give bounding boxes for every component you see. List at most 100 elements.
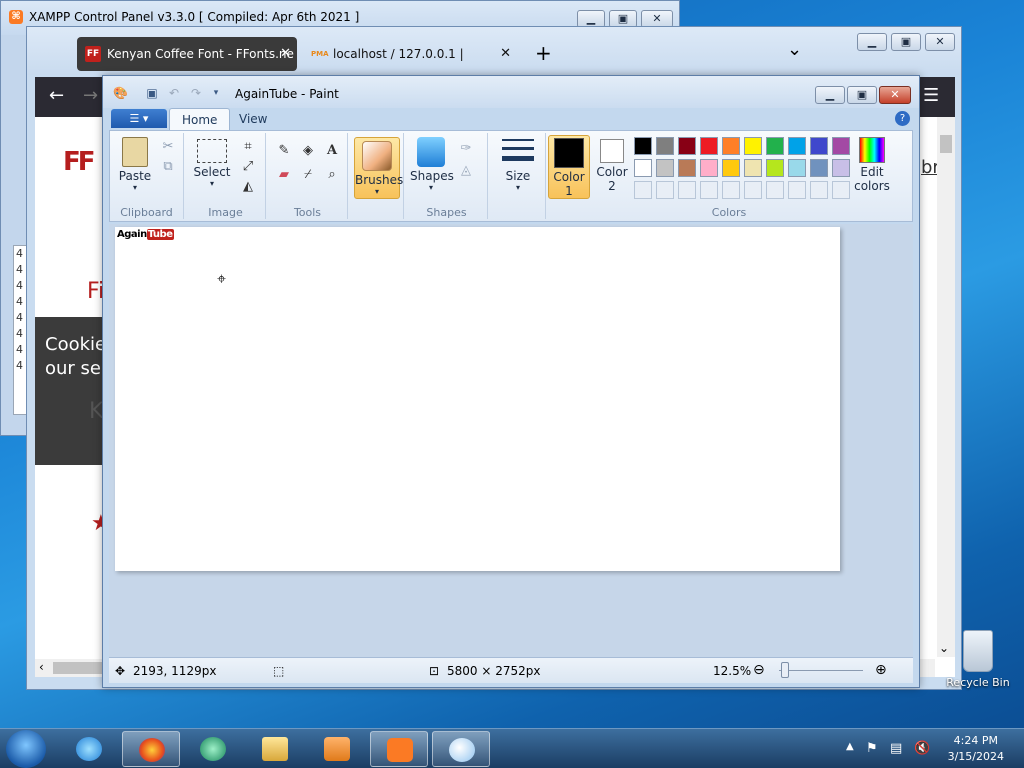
- color-swatch[interactable]: [744, 137, 762, 155]
- maximize-button[interactable]: ▣: [891, 33, 921, 51]
- color-picker-icon[interactable]: ⌿: [298, 165, 318, 185]
- taskbar-xampp[interactable]: [370, 731, 428, 767]
- cut-icon[interactable]: ✂: [158, 137, 178, 157]
- volume-muted-icon[interactable]: 🔇: [914, 741, 930, 756]
- back-icon[interactable]: ←: [49, 85, 64, 107]
- close-button[interactable]: ✕: [879, 86, 911, 104]
- tab-view[interactable]: View: [227, 108, 279, 130]
- edit-colors-button[interactable]: Edit colors: [852, 137, 892, 193]
- close-button[interactable]: ✕: [925, 33, 955, 51]
- new-tab-button[interactable]: +: [535, 41, 552, 65]
- resize-icon[interactable]: ⤢: [238, 157, 258, 177]
- help-icon[interactable]: ?: [895, 111, 910, 126]
- color-swatch[interactable]: [832, 159, 850, 177]
- ffonts-logo[interactable]: FF: [63, 147, 95, 177]
- size-button[interactable]: Size ▾: [496, 137, 540, 192]
- zoom-out-button[interactable]: ⊖: [753, 662, 765, 678]
- tab-home[interactable]: Home: [169, 108, 231, 130]
- color-swatch[interactable]: [788, 181, 806, 199]
- maximize-button[interactable]: ▣: [847, 86, 877, 104]
- color-swatch[interactable]: [810, 181, 828, 199]
- forward-icon[interactable]: →: [83, 85, 98, 107]
- color-swatch[interactable]: [722, 159, 740, 177]
- paste-button[interactable]: Paste ▾: [114, 137, 156, 192]
- close-tab-icon[interactable]: ✕: [500, 37, 511, 71]
- action-center-flag-icon[interactable]: ⚑: [866, 741, 878, 756]
- color-swatch[interactable]: [700, 137, 718, 155]
- copy-icon[interactable]: ⧉: [158, 157, 178, 177]
- color-swatch[interactable]: [832, 137, 850, 155]
- paint-menu-button[interactable]: ☰ ▾: [111, 109, 167, 128]
- color-swatch[interactable]: [744, 181, 762, 199]
- zoom-slider-thumb[interactable]: [781, 662, 789, 678]
- taskbar-paint[interactable]: [432, 731, 490, 767]
- color-swatch[interactable]: [678, 159, 696, 177]
- color-swatch[interactable]: [788, 159, 806, 177]
- close-tab-icon[interactable]: ✕: [280, 37, 291, 71]
- color-swatch[interactable]: [656, 137, 674, 155]
- paint-window[interactable]: 🎨 ▣ ↶ ↷ ▾ AgainTube - Paint ▁ ▣ ✕ ☰ ▾ Ho…: [102, 75, 920, 688]
- system-clock[interactable]: 4:24 PM 3/15/2024: [948, 733, 1004, 765]
- color-swatch[interactable]: [634, 181, 652, 199]
- color-swatch[interactable]: [744, 159, 762, 177]
- color-swatch[interactable]: [678, 137, 696, 155]
- brushes-button[interactable]: Brushes ▾: [354, 137, 403, 199]
- start-button[interactable]: [6, 730, 46, 768]
- color-swatch[interactable]: [656, 181, 674, 199]
- menu-icon[interactable]: ☰: [923, 85, 939, 107]
- taskbar-media-player[interactable]: [308, 731, 366, 767]
- taskbar-internet-explorer[interactable]: [60, 731, 118, 767]
- redo-icon[interactable]: ↷: [189, 86, 203, 100]
- rotate-icon[interactable]: ◭: [238, 177, 258, 197]
- tab-phpmyadmin[interactable]: PMA localhost / 127.0.0.1 | phpMyAd ✕: [303, 37, 517, 95]
- drawing-canvas[interactable]: AgainTube ⌖: [115, 227, 840, 571]
- network-icon[interactable]: ▤: [890, 741, 902, 756]
- zoom-in-button[interactable]: ⊕: [875, 662, 887, 678]
- color-swatch[interactable]: [722, 181, 740, 199]
- color-swatch[interactable]: [832, 181, 850, 199]
- canvas-area[interactable]: AgainTube ⌖: [109, 224, 913, 657]
- shapes-button[interactable]: Shapes ▾: [410, 137, 454, 192]
- color-swatch[interactable]: [766, 181, 784, 199]
- fill-shape-icon[interactable]: ◬: [456, 161, 476, 181]
- color-swatch[interactable]: [656, 159, 674, 177]
- minimize-button[interactable]: ▁: [857, 33, 887, 51]
- tab-ffonts[interactable]: FF Kenyan Coffee Font - FFonts.ne ✕: [77, 37, 297, 71]
- fill-icon[interactable]: ◈: [298, 141, 318, 161]
- color-swatch[interactable]: [678, 181, 696, 199]
- zoom-slider[interactable]: [779, 670, 863, 671]
- scrollbar-thumb[interactable]: [53, 662, 103, 674]
- outline-icon[interactable]: ✑: [456, 139, 476, 159]
- undo-icon[interactable]: ↶: [167, 86, 181, 100]
- color2-button[interactable]: Color 2: [592, 137, 632, 193]
- taskbar-media-center[interactable]: [184, 731, 242, 767]
- scrollbar-thumb[interactable]: [940, 135, 952, 153]
- color-swatch[interactable]: [788, 137, 806, 155]
- customize-quick-access-icon[interactable]: ▾: [209, 86, 223, 100]
- show-hidden-icons-icon[interactable]: ▲: [846, 741, 854, 752]
- color-swatch[interactable]: [700, 181, 718, 199]
- color-swatch[interactable]: [634, 137, 652, 155]
- minimize-button[interactable]: ▁: [815, 86, 845, 104]
- color-swatch[interactable]: [700, 159, 718, 177]
- recycle-bin[interactable]: Recycle Bin: [944, 630, 1012, 689]
- color-swatch[interactable]: [766, 159, 784, 177]
- color-swatch[interactable]: [810, 137, 828, 155]
- color-swatch[interactable]: [634, 159, 652, 177]
- vertical-scrollbar[interactable]: ⌄: [937, 117, 955, 657]
- save-icon[interactable]: ▣: [145, 86, 159, 100]
- taskbar-firefox[interactable]: [122, 731, 180, 767]
- eraser-icon[interactable]: ▰: [274, 165, 294, 185]
- scroll-left-icon[interactable]: ‹: [39, 660, 44, 674]
- paint-titlebar[interactable]: 🎨 ▣ ↶ ↷ ▾ AgainTube - Paint ▁ ▣ ✕: [103, 76, 919, 108]
- list-all-tabs-button[interactable]: ⌄: [787, 39, 802, 60]
- crop-icon[interactable]: ⌗: [238, 137, 258, 157]
- color-swatch[interactable]: [766, 137, 784, 155]
- pencil-icon[interactable]: ✎: [274, 141, 294, 161]
- color-swatch[interactable]: [722, 137, 740, 155]
- color1-button[interactable]: Color 1: [548, 135, 590, 199]
- taskbar-file-explorer[interactable]: [246, 731, 304, 767]
- magnifier-icon[interactable]: ⌕: [322, 165, 342, 185]
- select-button[interactable]: Select ▾: [192, 137, 232, 188]
- text-icon[interactable]: A: [322, 141, 342, 161]
